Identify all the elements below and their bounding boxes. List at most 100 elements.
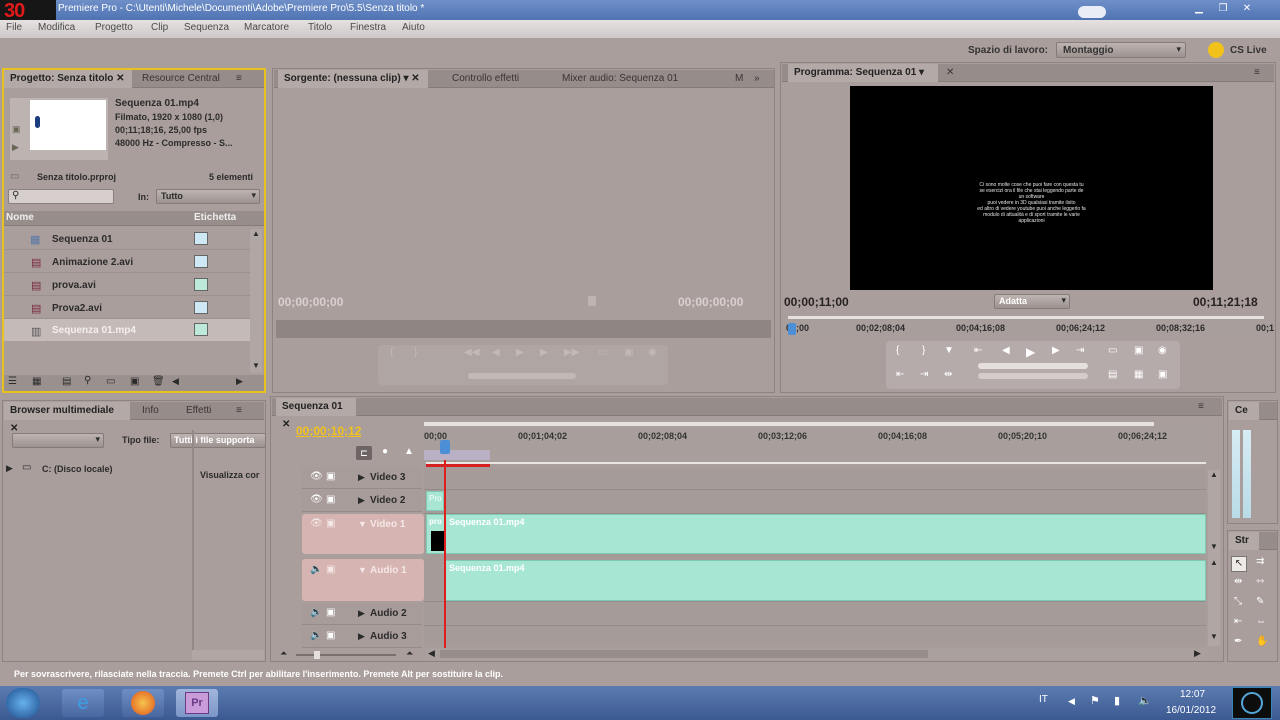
sequence-marker-icon[interactable]: ●	[382, 446, 388, 457]
step-back-icon[interactable]: ◀◀	[464, 347, 479, 358]
timeline-hscroll[interactable]: ◀ ▶	[426, 648, 1206, 660]
clip-audio1[interactable]: Sequenza 01.mp4	[444, 560, 1206, 601]
list-item[interactable]: ▦ Sequenza 01	[4, 227, 250, 250]
firefox-icon[interactable]	[122, 689, 164, 717]
zoom-slider[interactable]: ⏶ ⏶	[276, 648, 422, 660]
expand-icon[interactable]: ▶	[358, 472, 365, 483]
menu-marcatore[interactable]: Marcatore	[244, 22, 289, 33]
safe-margins-icon[interactable]: ▦	[1134, 369, 1143, 380]
col-label[interactable]: Etichetta	[194, 212, 236, 223]
project-search-input[interactable]: ⚲	[8, 189, 114, 204]
chevron-down-icon[interactable]: ▾	[403, 73, 408, 84]
jog-wheel[interactable]	[978, 373, 1088, 379]
speaker-icon[interactable]: 🔈	[310, 607, 322, 618]
timeline-tracks[interactable]	[424, 467, 1206, 647]
eye-icon[interactable]: 👁	[310, 494, 323, 505]
pen-tool-icon[interactable]: ✒	[1234, 636, 1242, 647]
menu-modifica[interactable]: Modifica	[38, 22, 75, 33]
cslive-icon[interactable]	[1208, 42, 1224, 58]
new-bin-icon[interactable]: ▭	[106, 376, 115, 387]
collapse-icon[interactable]: ▼	[358, 519, 367, 529]
clip-video2[interactable]: Pro	[426, 491, 444, 511]
lock-icon[interactable]: ▣	[326, 494, 335, 505]
clock-date[interactable]: 16/01/2012	[1166, 705, 1216, 716]
zoom-out-icon[interactable]: ⏶	[280, 648, 287, 659]
panel-menu-icon[interactable]: ≡	[1192, 398, 1210, 416]
tab-sequence[interactable]: Sequenza 01 ✕	[276, 398, 356, 430]
lock-icon[interactable]: ▣	[326, 630, 335, 641]
list-item[interactable]: ▤ Animazione 2.avi	[4, 250, 250, 273]
list-view-icon[interactable]: ☰	[8, 376, 17, 387]
scroll-down-icon[interactable]: ▼	[252, 361, 260, 370]
project-scrollbar[interactable]: ▲ ▼	[250, 229, 262, 373]
shuttle-slider[interactable]	[978, 363, 1088, 369]
menu-file[interactable]: File	[6, 22, 22, 33]
menu-clip[interactable]: Clip	[151, 22, 168, 33]
ie-icon[interactable]: e	[62, 689, 104, 717]
maximize-icon[interactable]: ❐	[1214, 2, 1232, 16]
close-icon[interactable]: ✕	[1238, 2, 1256, 16]
tray-arrow-icon[interactable]: ◀	[1068, 696, 1075, 707]
go-to-prev-edit-icon[interactable]: ⇤	[896, 369, 904, 380]
mark-out-icon[interactable]: }	[922, 345, 925, 356]
tab-resource-central[interactable]: Resource Central	[136, 70, 226, 88]
expand-icon[interactable]: ▶	[358, 495, 365, 506]
media-scrollbar[interactable]	[192, 650, 264, 660]
export-frame-icon[interactable]: ◉	[648, 347, 657, 358]
playhead-icon[interactable]	[440, 440, 450, 454]
tab-metadata[interactable]: M	[729, 70, 749, 88]
slide-tool-icon[interactable]: ⇔	[1256, 616, 1266, 627]
mark-in-icon[interactable]: {	[390, 347, 393, 358]
tab-overflow-icon[interactable]: »	[748, 70, 766, 88]
zoom-thumb[interactable]	[314, 651, 320, 659]
network-icon[interactable]: ▮	[1114, 694, 1120, 707]
in-select[interactable]: Tutto ▾	[156, 189, 260, 204]
scroll-up-icon[interactable]: ▲	[1210, 558, 1218, 567]
rolling-edit-tool-icon[interactable]: ⇿	[1256, 576, 1264, 587]
volume-icon[interactable]: 🔈	[1138, 694, 1152, 707]
hand-tool-icon[interactable]: ✋	[1256, 636, 1268, 647]
program-ruler[interactable]: 00;00 00;02;08;04 00;04;16;08 00;06;24;1…	[784, 313, 1274, 339]
mark-out-icon[interactable]: }	[414, 347, 417, 358]
lock-icon[interactable]: ▣	[326, 607, 335, 618]
clip-video1[interactable]: pro Sequenza 01.mp4	[426, 514, 1206, 554]
scroll-up-icon[interactable]: ▲	[1210, 470, 1218, 479]
slip-tool-icon[interactable]: ⇤	[1234, 616, 1242, 627]
add-marker-icon[interactable]: ▲	[404, 446, 414, 457]
marker-icon[interactable]: ▼	[944, 345, 954, 356]
list-item-selected[interactable]: ▥ Sequenza 01.mp4	[4, 319, 250, 341]
tab-effects[interactable]: Effetti	[180, 402, 217, 420]
play-icon[interactable]: ▶	[1026, 345, 1035, 359]
extract-icon[interactable]: ▣	[1134, 345, 1143, 356]
scroll-left-icon[interactable]: ◀	[428, 648, 435, 659]
zoom-in-icon[interactable]: ⏶	[406, 648, 413, 659]
tab-source[interactable]: Sorgente: (nessuna clip) ▾ ✕	[278, 70, 428, 88]
tab-tools[interactable]: Str	[1229, 532, 1259, 550]
eye-icon[interactable]: 👁	[310, 518, 323, 529]
speaker-icon[interactable]: 🔈	[310, 630, 322, 641]
rate-stretch-tool-icon[interactable]: ⤡	[1234, 596, 1242, 607]
menu-sequenza[interactable]: Sequenza	[184, 22, 229, 33]
search-icon[interactable]: ⚲	[84, 375, 91, 386]
label-swatch[interactable]	[194, 232, 208, 245]
tab-media-browser[interactable]: Browser multimediale ✕	[4, 402, 130, 434]
list-item[interactable]: ▤ Prova2.avi	[4, 296, 250, 319]
label-swatch[interactable]	[194, 278, 208, 291]
timeline-ruler[interactable]	[422, 420, 1208, 466]
go-to-in-icon[interactable]: ⇤	[974, 345, 982, 356]
go-to-next-edit-icon[interactable]: ⇥	[920, 369, 928, 380]
source-scrubber[interactable]	[276, 320, 771, 338]
tab-audio-mixer[interactable]: Mixer audio: Sequenza 01	[556, 70, 684, 88]
eye-icon[interactable]: 👁	[310, 471, 323, 482]
list-item[interactable]: ▤ prova.avi	[4, 273, 250, 296]
panel-menu-icon[interactable]: ≡	[230, 402, 248, 420]
minimize-icon[interactable]: ▁	[1190, 2, 1208, 16]
poster-frame-icon[interactable]: ▣	[12, 124, 21, 135]
zoom-select[interactable]: Adatta ▾	[994, 294, 1070, 309]
export-frame-icon[interactable]: ◉	[1158, 345, 1167, 356]
lock-icon[interactable]: ▣	[326, 471, 335, 482]
automate-icon[interactable]: ▤	[62, 376, 71, 387]
close-icon[interactable]: ✕	[282, 419, 290, 430]
snap-icon[interactable]: ⊏	[356, 446, 372, 460]
tab-info[interactable]: Info	[136, 402, 165, 420]
